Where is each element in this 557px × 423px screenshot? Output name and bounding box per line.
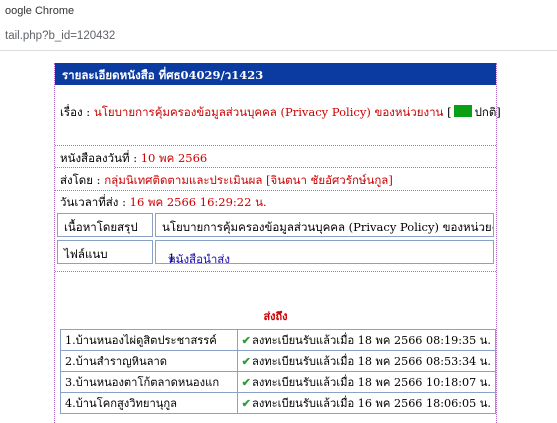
attachment-label: ไฟล์แนบ xyxy=(64,247,108,261)
table-row: 4.บ้านโคกสูงวิทยานุกูล ✔ลงทะเบียนรับแล้วเ… xyxy=(60,392,497,414)
sender-row: ส่งโดย : กลุ่มนิเทศติดตามและประเมินผล [จ… xyxy=(60,172,393,190)
sent-time-label: วันเวลาที่ส่ง : xyxy=(60,195,126,209)
date-label: หนังสือลงวันที่ : xyxy=(60,151,138,165)
address-bar[interactable]: tail.php?b_id=120432 xyxy=(0,24,557,51)
summary-value-cell: นโยบายการคุ้มครองข้อมูลส่วนบุคคล (Privac… xyxy=(155,213,494,237)
url-text[interactable]: tail.php?b_id=120432 xyxy=(5,30,115,42)
recipient-school: 1.บ้านหนองไผ่ดูสิตประชาสรรค์ xyxy=(60,329,238,351)
attachment-value-cell: 1. หนังสือนำส่ง xyxy=(155,240,494,264)
recipient-status: ลงทะเบียนรับแล้วเมื่อ 16 พค 2566 18:06:0… xyxy=(251,397,491,410)
divider xyxy=(55,271,496,272)
recipient-status: ลงทะเบียนรับแล้วเมื่อ 18 พค 2566 10:18:0… xyxy=(251,376,491,389)
table-row: 3.บ้านหนองตาโก้ตลาดหนองแก ✔ลงทะเบียนรับแล… xyxy=(60,371,497,393)
divider xyxy=(55,145,496,146)
subject-value: นโยบายการคุ้มครองข้อมูลส่วนบุคคล (Privac… xyxy=(93,105,444,119)
green-check-icon: ✔ xyxy=(241,396,251,410)
recipient-status: ลงทะเบียนรับแล้วเมื่อ 18 พค 2566 08:19:3… xyxy=(251,334,491,347)
summary-label: เนื้อหาโดยสรุป xyxy=(64,220,138,234)
attachment-link[interactable]: หนังสือนำส่ง xyxy=(168,251,230,263)
browser-title-bar: oogle Chrome xyxy=(0,0,557,24)
sent-time-row: วันเวลาที่ส่ง : 16 พค 2566 16:29:22 น. xyxy=(60,194,267,212)
divider xyxy=(55,190,496,191)
divider xyxy=(55,167,496,168)
recipient-school: 4.บ้านโคกสูงวิทยานุกูล xyxy=(60,392,238,414)
recipient-status: ลงทะเบียนรับแล้วเมื่อ 18 พค 2566 08:53:3… xyxy=(251,355,491,368)
browser-title: oogle Chrome xyxy=(5,5,75,17)
status-text: ปกติ] xyxy=(474,105,501,119)
date-value: 10 พค 2566 xyxy=(140,151,208,165)
recipient-school: 3.บ้านหนองตาโก้ตลาดหนองแก xyxy=(60,371,238,393)
summary-value: นโยบายการคุ้มครองข้อมูลส่วนบุคคล (Privac… xyxy=(162,220,494,234)
document-header: รายละเอียดหนังสือ ที่ศธ04029/ว1423 xyxy=(55,63,496,85)
recipients-table: 1.บ้านหนองไผ่ดูสิตประชาสรรค์ ✔ลงทะเบียนรั… xyxy=(60,329,497,414)
attachment-label-cell: ไฟล์แนบ xyxy=(57,240,153,264)
recipient-status-cell: ✔ลงทะเบียนรับแล้วเมื่อ 18 พค 2566 08:19:… xyxy=(236,329,497,351)
subject-row: เรื่อง : นโยบายการคุ้มครองข้อมูลส่วนบุคค… xyxy=(60,104,501,122)
summary-label-cell: เนื้อหาโดยสรุป xyxy=(57,213,153,237)
sent-time-value: 16 พค 2566 16:29:22 น. xyxy=(129,195,267,209)
table-row: 1.บ้านหนองไผ่ดูสิตประชาสรรค์ ✔ลงทะเบียนรั… xyxy=(60,329,497,351)
recipient-status-cell: ✔ลงทะเบียนรับแล้วเมื่อ 16 พค 2566 18:06:… xyxy=(236,392,497,414)
recipient-status-cell: ✔ลงทะเบียนรับแล้วเมื่อ 18 พค 2566 10:18:… xyxy=(236,371,497,393)
document-header-title: รายละเอียดหนังสือ ที่ศธ04029/ว1423 xyxy=(62,68,264,82)
recipient-status-cell: ✔ลงทะเบียนรับแล้วเมื่อ 18 พค 2566 08:53:… xyxy=(236,350,497,372)
green-check-icon: ✔ xyxy=(241,333,251,347)
document-detail-panel: รายละเอียดหนังสือ ที่ศธ04029/ว1423 เรื่อ… xyxy=(54,63,501,423)
green-check-icon: ✔ xyxy=(241,375,251,389)
sender-label: ส่งโดย : xyxy=(60,173,101,187)
recipients-title: ส่งถึง xyxy=(263,310,288,323)
recipient-school: 2.บ้านสำราญหินลาด xyxy=(60,350,238,372)
table-row: 2.บ้านสำราญหินลาด ✔ลงทะเบียนรับแล้วเมื่อ … xyxy=(60,350,497,372)
green-flag-icon xyxy=(453,105,472,117)
status-open: [ xyxy=(447,105,452,119)
subject-label: เรื่อง : xyxy=(60,105,91,119)
date-row: หนังสือลงวันที่ : 10 พค 2566 xyxy=(60,150,207,168)
green-check-icon: ✔ xyxy=(241,354,251,368)
sender-value: กลุ่มนิเทศติดตามและประเมินผล [จินตนา ชัย… xyxy=(104,173,393,187)
